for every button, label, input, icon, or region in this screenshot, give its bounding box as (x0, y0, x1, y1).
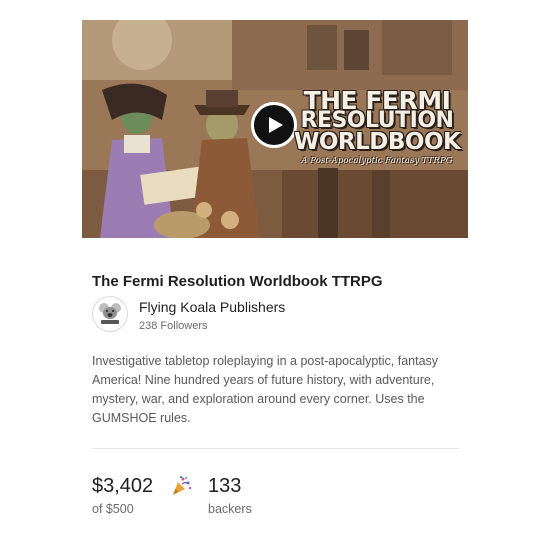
play-button[interactable] (251, 102, 297, 148)
play-icon (269, 117, 283, 133)
party-popper-icon (173, 476, 191, 495)
hero-subtitle: A Post-Apocalyptic Fantasy TTRPG (301, 156, 453, 166)
koala-logo-icon (99, 303, 121, 324)
hero-title-line-3: WORLDBOOK (294, 129, 461, 155)
creator-followers: 238 Followers (139, 320, 208, 332)
hero-video[interactable]: THE FERMI RESOLUTION WORLDBOOK A Post-Ap… (82, 20, 468, 238)
project-card[interactable]: THE FERMI RESOLUTION WORLDBOOK A Post-Ap… (82, 20, 468, 516)
divider (92, 448, 459, 449)
creator-avatar[interactable] (92, 296, 128, 332)
creator-info: Flying Koala Publishers 238 Followers (92, 296, 462, 336)
funded-amount: $3,402 (92, 475, 154, 497)
backers-count: 133 (208, 475, 242, 497)
project-title[interactable]: The Fermi Resolution Worldbook TTRPG (92, 273, 383, 290)
creator-name[interactable]: Flying Koala Publishers (139, 299, 285, 315)
funding-goal: of $500 (92, 502, 134, 516)
project-description: Investigative tabletop roleplaying in a … (92, 354, 439, 425)
backers-label: backers (208, 502, 252, 516)
